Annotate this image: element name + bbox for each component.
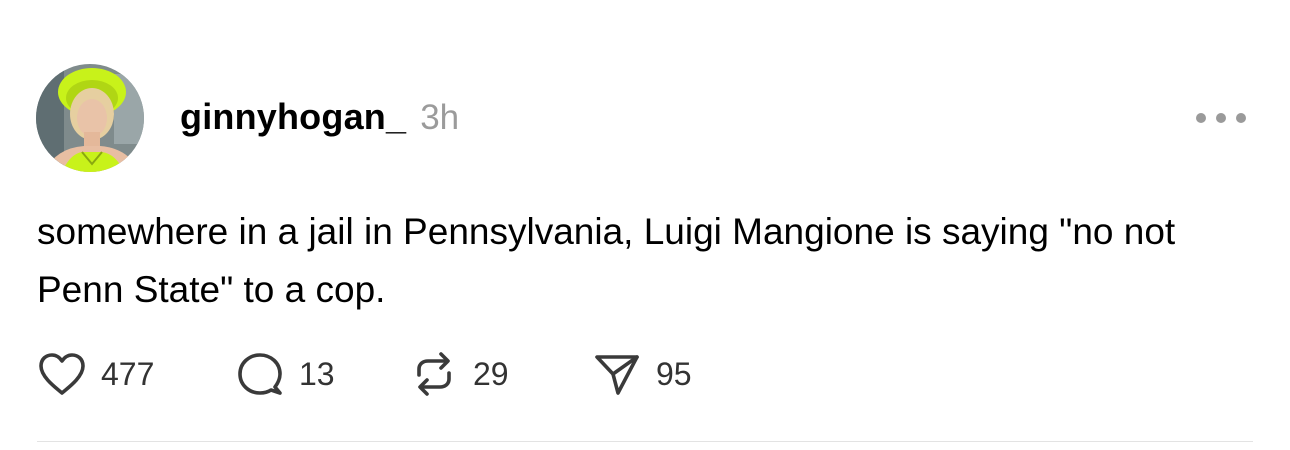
like-button[interactable]: 477 [37, 349, 235, 399]
post-action-bar: 477 13 29 95 [37, 348, 752, 400]
more-options-button[interactable] [1196, 103, 1246, 133]
share-button[interactable]: 95 [592, 349, 752, 399]
comment-icon [235, 349, 285, 399]
more-horizontal-icon-dot [1236, 113, 1246, 123]
repost-count: 29 [473, 355, 509, 392]
more-horizontal-icon [1196, 113, 1206, 123]
heart-icon [37, 349, 87, 399]
reply-button[interactable]: 13 [235, 349, 409, 399]
like-count: 477 [101, 355, 155, 392]
author-avatar[interactable] [36, 64, 144, 172]
thread-post: ginnyhogan_ 3h somewhere in a jail in Pe… [0, 0, 1290, 450]
more-horizontal-icon-dot [1216, 113, 1226, 123]
post-header: ginnyhogan_ 3h [180, 96, 459, 144]
avatar-photo [36, 64, 144, 172]
repost-icon [409, 349, 459, 399]
post-timestamp: 3h [420, 98, 460, 137]
send-icon [592, 349, 642, 399]
post-body-text: somewhere in a jail in Pennsylvania, Lui… [37, 211, 1176, 310]
post-divider [37, 441, 1253, 442]
author-username[interactable]: ginnyhogan_ [180, 96, 406, 138]
share-count: 95 [656, 355, 692, 392]
reply-count: 13 [299, 355, 335, 392]
repost-button[interactable]: 29 [409, 349, 592, 399]
